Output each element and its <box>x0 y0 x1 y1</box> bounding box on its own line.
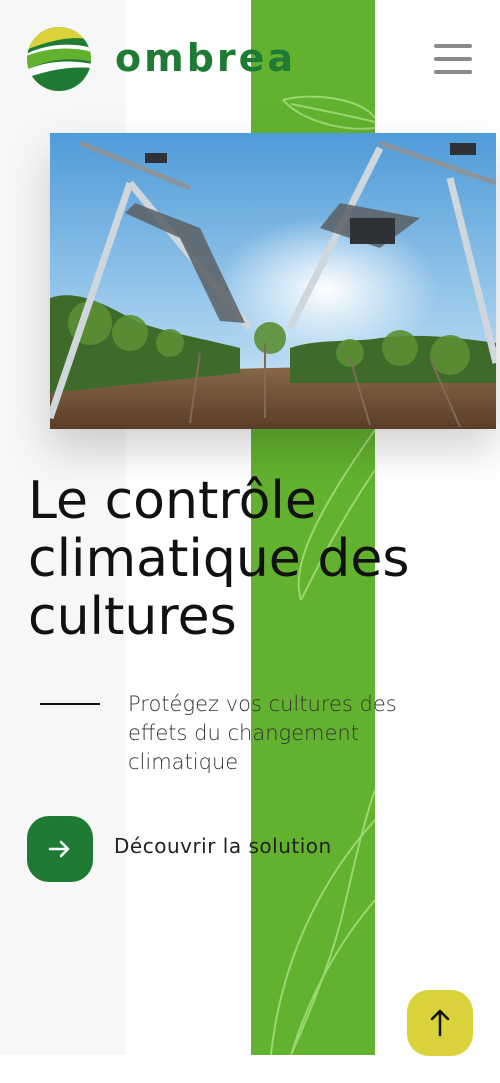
hero-title: Le contrôle climatique des cultures <box>28 471 410 647</box>
arrow-right-icon <box>48 840 70 858</box>
ombrea-logo-icon[interactable] <box>26 26 92 92</box>
scroll-to-top-button[interactable] <box>407 990 473 1056</box>
hero-subtitle: Protégez vos cultures des effets du chan… <box>128 692 397 774</box>
site-header: ombrea <box>0 0 500 120</box>
brand-wordmark[interactable]: ombrea <box>115 36 296 80</box>
menu-bar <box>434 70 472 74</box>
vineyard-photo <box>50 133 496 429</box>
hamburger-menu-icon[interactable] <box>432 42 474 76</box>
subtitle-divider-line <box>40 703 100 705</box>
menu-bar <box>434 44 472 48</box>
hero-image-agrivoltaic-vineyard <box>50 133 496 429</box>
arrow-up-icon <box>430 1009 450 1037</box>
discover-solution-button[interactable] <box>27 816 93 882</box>
discover-solution-link[interactable]: Découvrir la solution <box>114 832 332 860</box>
menu-bar <box>434 57 472 61</box>
